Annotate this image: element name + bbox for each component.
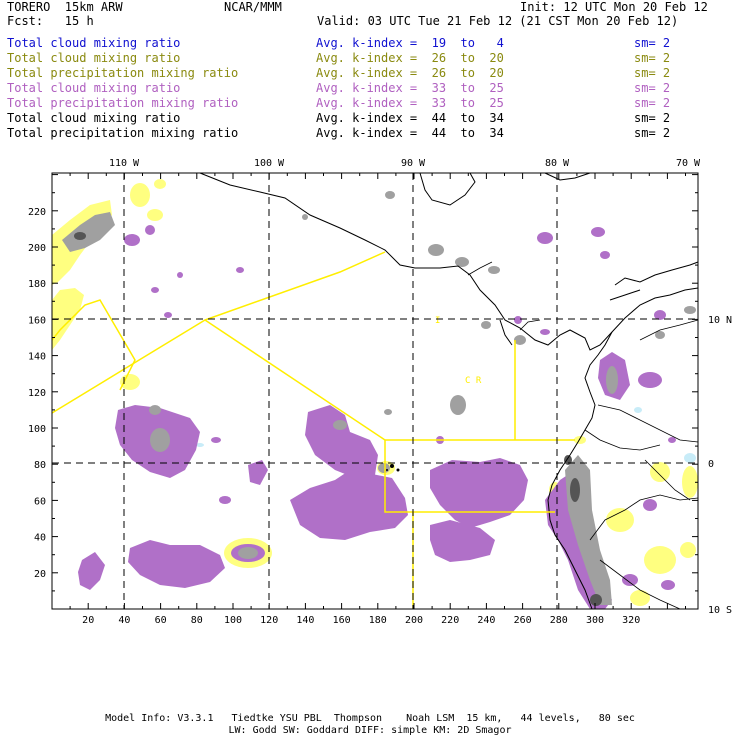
longitude-label: 100 W bbox=[254, 158, 285, 169]
y-tick-label: 20 bbox=[34, 569, 46, 580]
forecast-map: C R I 20 40 60 80 100 120 140 160 180 200 220 240 26… bbox=[28, 158, 732, 626]
longitude-label: 80 W bbox=[545, 158, 570, 169]
x-tick-label: 120 bbox=[260, 615, 278, 626]
latitude-label: 10 S bbox=[708, 605, 732, 616]
y-tick-label: 100 bbox=[28, 424, 46, 435]
x-tick-label: 20 bbox=[82, 615, 94, 626]
y-tick-label: 200 bbox=[28, 243, 46, 254]
y-tick-label: 220 bbox=[28, 207, 46, 218]
x-tick-label: 240 bbox=[477, 615, 495, 626]
x-tick-label: 180 bbox=[369, 615, 387, 626]
latitude-label: 10 N bbox=[708, 315, 732, 326]
x-tick-label: 200 bbox=[405, 615, 423, 626]
y-tick-label: 40 bbox=[34, 533, 46, 544]
x-tick-label: 140 bbox=[296, 615, 314, 626]
x-tick-label: 220 bbox=[441, 615, 459, 626]
inset-label-i: I bbox=[435, 316, 440, 326]
x-tick-label: 100 bbox=[224, 615, 242, 626]
y-tick-label: 80 bbox=[34, 460, 46, 471]
x-tick-label: 320 bbox=[622, 615, 640, 626]
longitude-label: 110 W bbox=[109, 158, 140, 169]
model-info-line2: LW: Godd SW: Goddard DIFF: simple KM: 2D… bbox=[228, 725, 512, 736]
longitude-label: 70 W bbox=[676, 158, 701, 169]
x-tick-label: 60 bbox=[155, 615, 167, 626]
x-tick-label: 260 bbox=[514, 615, 532, 626]
y-tick-label: 140 bbox=[28, 352, 46, 363]
x-tick-label: 160 bbox=[333, 615, 351, 626]
y-tick-label: 160 bbox=[28, 315, 46, 326]
model-info-line1: Model Info: V3.3.1 Tiedtke YSU PBL Thomp… bbox=[105, 713, 635, 724]
latitude-label: 0 bbox=[708, 459, 714, 470]
y-tick-label: 60 bbox=[34, 496, 46, 507]
longitude-label: 90 W bbox=[401, 158, 426, 169]
y-tick-label: 180 bbox=[28, 279, 46, 290]
inset-label-cr: C R bbox=[465, 376, 482, 386]
x-tick-label: 280 bbox=[550, 615, 568, 626]
x-tick-label: 300 bbox=[586, 615, 604, 626]
x-tick-label: 40 bbox=[118, 615, 130, 626]
x-tick-label: 80 bbox=[191, 615, 203, 626]
y-tick-label: 120 bbox=[28, 388, 46, 399]
